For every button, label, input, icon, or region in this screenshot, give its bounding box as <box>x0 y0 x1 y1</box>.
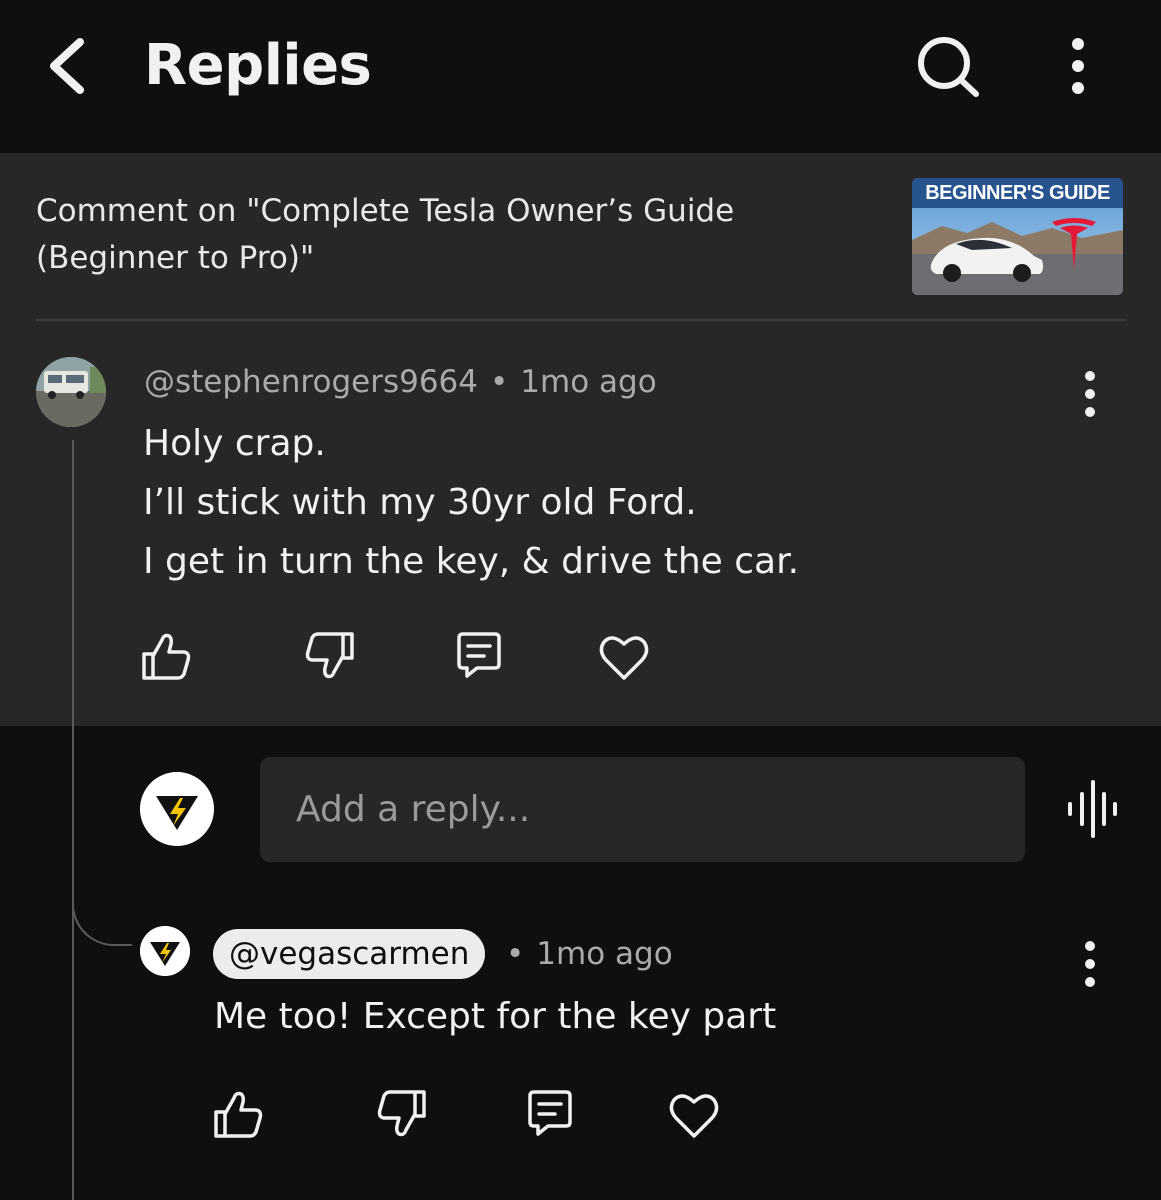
reply-author-avatar[interactable] <box>140 926 190 976</box>
more-vertical-icon <box>1085 371 1095 417</box>
thumbs-down-icon <box>377 1090 426 1137</box>
my-avatar[interactable] <box>140 772 214 846</box>
back-arrow-icon <box>50 38 84 94</box>
thumbs-down-icon <box>305 632 354 679</box>
reply-dislike-button[interactable] <box>374 1086 430 1142</box>
more-vertical-icon <box>1072 38 1084 94</box>
reply-reply-button[interactable] <box>522 1086 578 1142</box>
parent-author-line: @stephenrogers9664 • 1mo ago <box>144 360 657 404</box>
thumbs-up-icon <box>214 1091 263 1138</box>
parent-comment-menu-button[interactable] <box>1066 366 1114 422</box>
comment-line: Holy crap. <box>143 423 326 464</box>
reply-like-button[interactable] <box>210 1086 266 1142</box>
channel-logo-icon <box>140 772 214 846</box>
search-button[interactable] <box>908 30 988 102</box>
parent-author-handle[interactable]: @stephenrogers9664 <box>144 364 478 400</box>
parent-comment-text: Holy crap. I’ll stick with my 30yr old F… <box>143 414 799 591</box>
video-context-text[interactable]: Comment on "Complete Tesla Owner’s Guide… <box>36 188 836 282</box>
thumbs-up-icon <box>142 633 191 680</box>
comment-line: I get in turn the key, & drive the car. <box>143 541 800 582</box>
reply-comment-menu-button[interactable] <box>1066 936 1114 992</box>
search-icon <box>918 37 979 97</box>
voice-input-button[interactable] <box>1062 778 1122 840</box>
like-button[interactable] <box>138 628 194 684</box>
thread-connector <box>72 880 132 946</box>
thumbnail-banner-text: BEGINNER'S GUIDE <box>925 182 1110 204</box>
section-divider <box>36 319 1126 321</box>
reply-meta: • 1mo ago <box>506 932 673 976</box>
reply-input[interactable] <box>260 757 1025 862</box>
avatar-image <box>36 357 106 427</box>
heart-icon <box>599 636 649 680</box>
voice-waveform-icon <box>1068 780 1117 838</box>
comment-icon <box>528 1090 572 1136</box>
more-vertical-icon <box>1085 941 1095 987</box>
heart-icon <box>669 1094 719 1138</box>
reply-heart-button[interactable] <box>666 1088 722 1144</box>
page-title: Replies <box>144 33 372 98</box>
parent-timestamp: 1mo ago <box>520 364 657 400</box>
more-options-button[interactable] <box>1050 30 1106 102</box>
reply-comment-text: Me too! Except for the key part <box>214 996 777 1037</box>
reply-button[interactable] <box>451 628 507 684</box>
channel-logo-icon <box>140 926 190 976</box>
back-button[interactable] <box>36 30 100 102</box>
comment-line: I’ll stick with my 30yr old Ford. <box>143 482 697 523</box>
separator-dot: • <box>506 936 525 972</box>
separator-dot: • <box>490 364 509 400</box>
reply-timestamp: 1mo ago <box>536 936 673 972</box>
dislike-button[interactable] <box>302 628 358 684</box>
thread-line <box>72 440 74 1200</box>
video-thumbnail[interactable]: BEGINNER'S GUIDE <box>912 178 1123 295</box>
reply-author-handle[interactable]: @vegascarmen <box>213 929 486 979</box>
heart-button[interactable] <box>596 630 652 686</box>
comment-icon <box>457 632 501 678</box>
parent-author-avatar[interactable] <box>36 357 106 427</box>
